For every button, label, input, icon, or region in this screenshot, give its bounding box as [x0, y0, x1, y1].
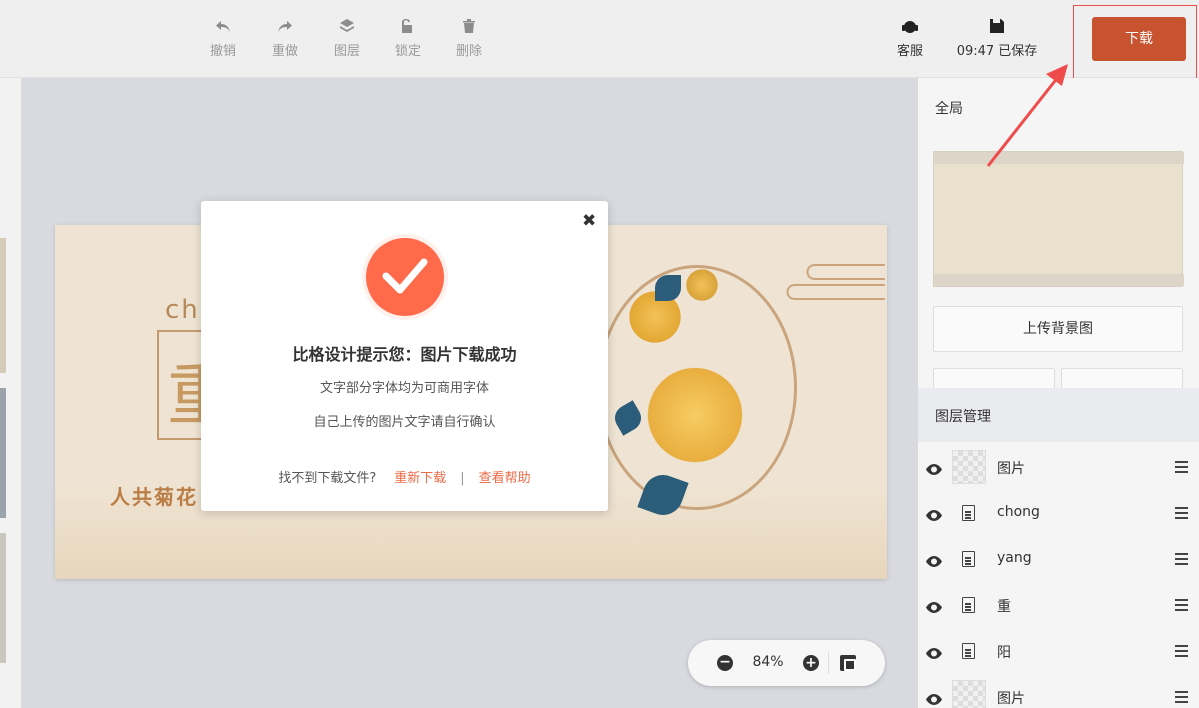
- service-icon: [888, 18, 932, 36]
- zoom-bar: − 84% +: [688, 640, 885, 686]
- unlock-icon: [386, 18, 430, 36]
- global-title: 全局: [935, 101, 963, 117]
- dialog-title: 比格设计提示您：图片下载成功: [292, 345, 517, 364]
- layer-row[interactable]: 图片: [918, 674, 1199, 708]
- chrysanthemum-flower: [682, 265, 722, 305]
- redo-icon: [263, 18, 307, 36]
- layer-name: 阳: [997, 645, 1011, 661]
- delete-label: 删除: [455, 44, 482, 59]
- drag-handle-icon[interactable]: [1175, 553, 1188, 565]
- eye-icon[interactable]: [926, 690, 942, 705]
- left-thumbnail-strip[interactable]: [0, 78, 22, 708]
- saved-label: 09:47 已保存: [956, 44, 1038, 59]
- layer-name: 重: [997, 599, 1011, 615]
- layer-name: 图片: [997, 691, 1025, 707]
- layer-row[interactable]: 阳: [918, 628, 1199, 674]
- zoom-in-icon[interactable]: +: [803, 655, 819, 671]
- document-icon: [962, 551, 975, 567]
- layer-name: chong: [997, 504, 1040, 520]
- thumbnail[interactable]: [0, 388, 6, 518]
- fit-screen-icon[interactable]: [840, 655, 856, 671]
- save-icon: [950, 18, 1044, 36]
- chrysanthemum-flower: [635, 355, 755, 475]
- dialog-footer: 找不到下载文件? 重新下载 | 查看帮助: [201, 467, 608, 486]
- drag-handle-icon[interactable]: [1175, 461, 1188, 473]
- download-highlight-box: 下载: [1073, 5, 1197, 84]
- drag-handle-icon[interactable]: [1175, 691, 1188, 703]
- zoom-value: 84%: [752, 654, 784, 670]
- undo-label: 撤销: [209, 44, 236, 59]
- layer-name: 图片: [997, 461, 1025, 477]
- top-toolbar: 撤销 重做 图层 锁定 删除 客服 09:47 已保存 下载: [0, 0, 1199, 84]
- document-icon: [962, 643, 975, 659]
- design-phrase-text[interactable]: 人共菊花: [110, 481, 198, 510]
- help-link[interactable]: 查看帮助: [479, 471, 531, 486]
- eye-icon[interactable]: [926, 598, 942, 613]
- upload-background-button[interactable]: 上传背景图: [933, 306, 1183, 352]
- layer-thumbnail: [952, 680, 986, 708]
- lock-label: 锁定: [394, 44, 421, 59]
- layer-row[interactable]: yang: [918, 536, 1199, 582]
- eye-icon[interactable]: [926, 552, 942, 567]
- trash-icon: [447, 18, 491, 36]
- redo-button[interactable]: 重做: [263, 18, 307, 59]
- close-icon[interactable]: ✖: [582, 211, 596, 231]
- drag-handle-icon[interactable]: [1175, 599, 1188, 611]
- redo-label: 重做: [271, 44, 298, 59]
- zoom-divider: [828, 652, 829, 674]
- leaf-decoration: [655, 275, 681, 301]
- right-panel: 全局 上传背景图 图层管理 图片 chong yang 重 阳 图片: [918, 78, 1199, 708]
- redownload-link[interactable]: 重新下载: [394, 471, 446, 486]
- zoom-out-icon[interactable]: −: [717, 655, 733, 671]
- eye-icon[interactable]: [926, 460, 942, 475]
- layers-title: 图层管理: [935, 409, 991, 425]
- layer-name: yang: [997, 550, 1032, 566]
- layers-label: 图层: [333, 44, 360, 59]
- eye-icon[interactable]: [926, 644, 942, 659]
- delete-button[interactable]: 删除: [447, 18, 491, 59]
- download-success-dialog: ✖ 比格设计提示您：图片下载成功 文字部分字体均为可商用字体 自己上传的图片文字…: [201, 201, 608, 511]
- thumbnail[interactable]: [0, 238, 6, 373]
- layer-thumbnail: [952, 450, 986, 484]
- document-icon: [962, 505, 975, 521]
- thumbnail[interactable]: [0, 533, 6, 663]
- footer-separator: |: [460, 471, 465, 486]
- lock-button[interactable]: 锁定: [386, 18, 430, 59]
- dialog-message-line: 自己上传的图片文字请自行确认: [313, 415, 496, 430]
- layer-row[interactable]: 重: [918, 582, 1199, 628]
- background-preview[interactable]: [933, 151, 1184, 287]
- cloud-line-decoration: [786, 264, 885, 300]
- layer-row[interactable]: chong: [918, 490, 1199, 536]
- undo-button[interactable]: 撤销: [201, 18, 245, 59]
- undo-icon: [201, 18, 245, 36]
- not-found-text: 找不到下载文件?: [278, 471, 377, 486]
- layer-row[interactable]: 图片: [918, 444, 1199, 490]
- drag-handle-icon[interactable]: [1175, 645, 1188, 657]
- layers-panel-header: 图层管理: [918, 388, 1199, 442]
- save-status[interactable]: 09:47 已保存: [950, 18, 1044, 59]
- document-icon: [962, 597, 975, 613]
- download-button[interactable]: 下载: [1092, 17, 1186, 61]
- eye-icon[interactable]: [926, 506, 942, 521]
- layers-icon: [325, 18, 369, 36]
- customer-service-button[interactable]: 客服: [888, 18, 932, 59]
- dialog-message-line: 文字部分字体均为可商用字体: [319, 381, 489, 396]
- drag-handle-icon[interactable]: [1175, 507, 1188, 519]
- check-icon: [366, 238, 444, 316]
- layers-button[interactable]: 图层: [325, 18, 369, 59]
- service-label: 客服: [896, 44, 923, 59]
